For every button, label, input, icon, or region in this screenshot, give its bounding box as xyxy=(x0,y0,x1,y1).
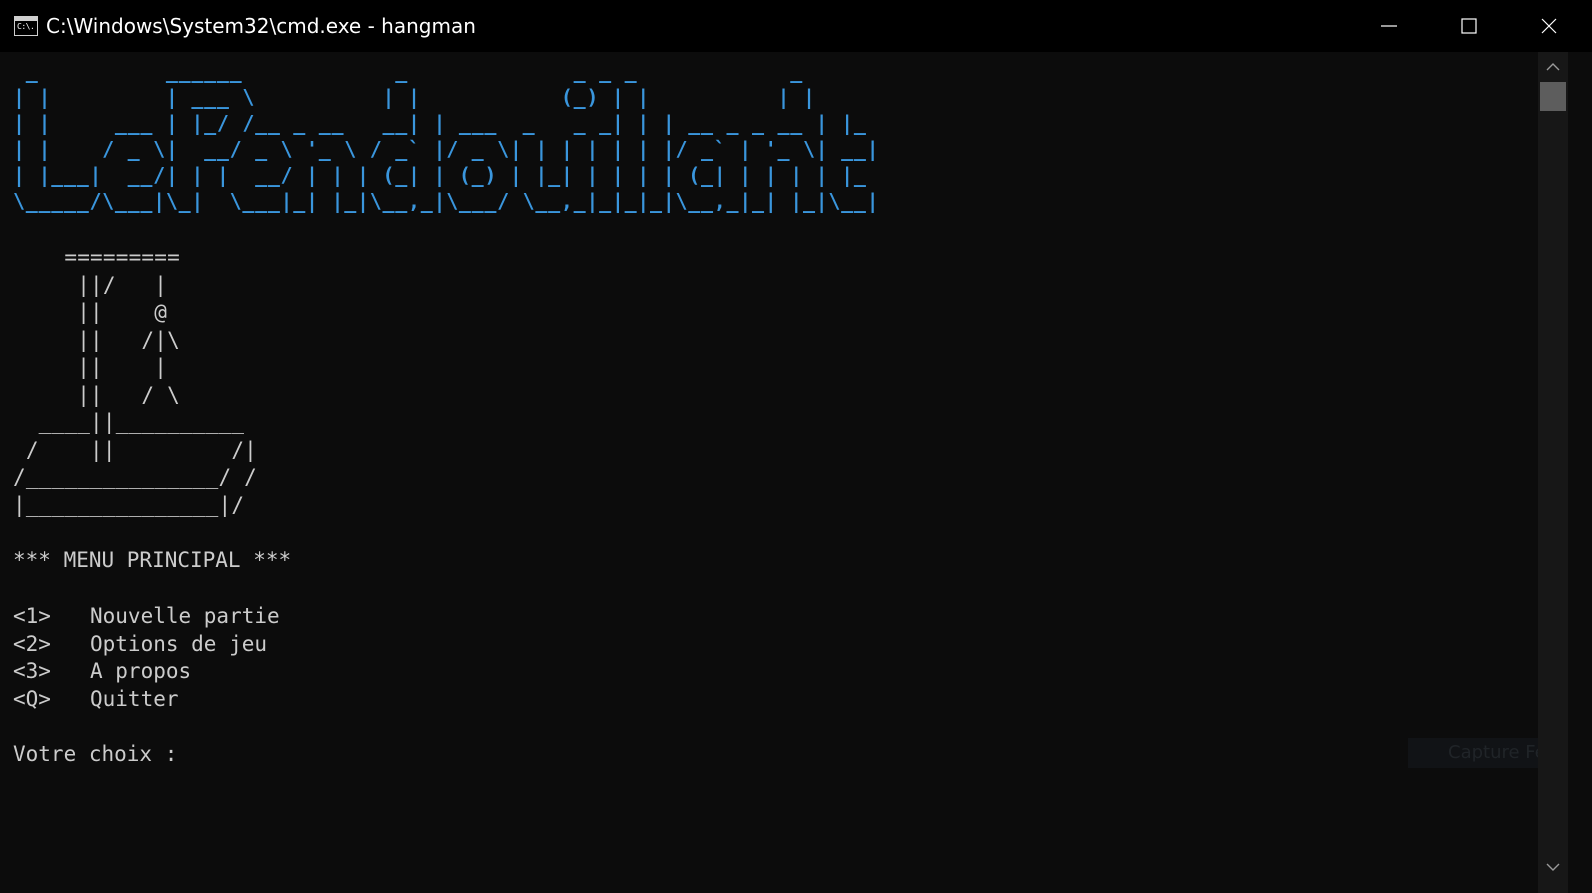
menu-key: <Q> xyxy=(13,687,51,711)
choice-prompt[interactable]: Votre choix : xyxy=(13,741,177,768)
menu-label: Nouvelle partie xyxy=(90,604,280,628)
scroll-up-button[interactable] xyxy=(1538,52,1568,82)
window-right-edge xyxy=(1568,52,1592,893)
title-bar[interactable]: C:\. C:\Windows\System32\cmd.exe - hangm… xyxy=(0,0,1592,52)
minimize-button[interactable] xyxy=(1349,0,1429,52)
menu-label: Quitter xyxy=(90,687,179,711)
console-output[interactable]: _ ______ _ _ _ _ _ | | | ___ \ | | (_) |… xyxy=(0,52,1562,893)
console-window: C:\. C:\Windows\System32\cmd.exe - hangm… xyxy=(0,0,1592,893)
menu-key: <1> xyxy=(13,604,51,628)
scrollbar-thumb[interactable] xyxy=(1540,82,1566,111)
scroll-down-button[interactable] xyxy=(1538,852,1568,882)
vertical-scrollbar[interactable] xyxy=(1538,52,1568,893)
menu-key: <2> xyxy=(13,632,51,656)
menu-label: Options de jeu xyxy=(90,632,268,656)
chevron-down-icon xyxy=(1546,863,1560,871)
menu-item-options[interactable]: <2> Options de jeu xyxy=(13,631,267,658)
menu-title: *** MENU PRINCIPAL *** xyxy=(13,548,292,572)
minimize-icon xyxy=(1381,25,1397,27)
menu-key: <3> xyxy=(13,659,51,683)
hangman-gallows-ascii: ========= ||/ | || @ || /|\ || | || / \ … xyxy=(13,245,258,517)
cmd-icon-glyph: C:\. xyxy=(17,22,35,31)
menu-item-new-game[interactable]: <1> Nouvelle partie xyxy=(13,603,280,630)
maximize-icon xyxy=(1461,18,1477,34)
cmd-console-icon[interactable]: C:\. xyxy=(14,16,38,36)
window-title: C:\Windows\System32\cmd.exe - hangman xyxy=(46,14,476,38)
close-icon xyxy=(1541,18,1557,34)
ghost-overlay-text: Capture Fen xyxy=(1408,738,1538,768)
menu-item-about[interactable]: <3> A propos xyxy=(13,658,191,685)
close-button[interactable] xyxy=(1509,0,1589,52)
menu-item-quit[interactable]: <Q> Quitter xyxy=(13,686,179,713)
chevron-up-icon xyxy=(1546,63,1560,71)
menu-label: A propos xyxy=(90,659,192,683)
game-logo-ascii: _ ______ _ _ _ _ _ | | | ___ \ | | (_) |… xyxy=(13,59,880,213)
maximize-button[interactable] xyxy=(1429,0,1509,52)
